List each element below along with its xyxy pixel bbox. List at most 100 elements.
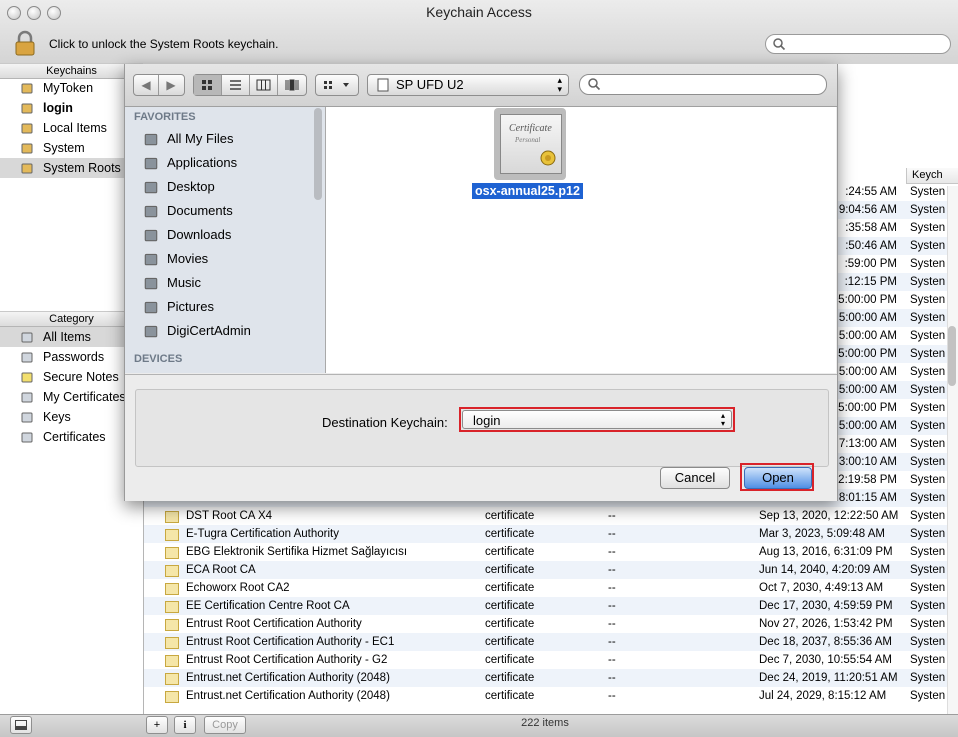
keychain-cell: Systen — [910, 654, 946, 666]
certificate-icon — [21, 432, 33, 443]
date-modified-cell: -- — [608, 618, 616, 630]
category-item[interactable]: All Items — [0, 327, 143, 347]
padlock-icon — [21, 123, 33, 134]
category-item-label: Secure Notes — [43, 370, 119, 384]
table-row[interactable]: Echoworx Root CA2 certificate -- Oct 7, 203… — [144, 579, 958, 597]
category-item[interactable]: Keys — [0, 407, 143, 427]
search-icon — [773, 38, 786, 51]
show-hide-sidebar-button[interactable] — [10, 716, 32, 734]
keychain-item[interactable]: System — [0, 138, 143, 158]
keychain-cell: Systen — [910, 384, 946, 396]
search-input[interactable] — [765, 34, 951, 54]
expires-cell: Mar 3, 2023, 5:09:48 AM — [759, 528, 885, 540]
view-mode-control — [193, 74, 307, 96]
all-items-icon — [21, 332, 33, 343]
favorite-item[interactable]: Applications — [125, 151, 315, 175]
favorite-item-label: Documents — [167, 203, 233, 218]
category-item[interactable]: My Certificates — [0, 387, 143, 407]
dialog-search-input[interactable] — [579, 74, 827, 95]
cancel-button[interactable]: Cancel — [660, 467, 730, 489]
table-row[interactable]: EBG Elektronik Sertifika Hizmet Sağlayıc… — [144, 543, 958, 561]
kind-cell: certificate — [485, 546, 535, 558]
copy-button[interactable]: Copy — [204, 716, 246, 734]
table-row[interactable]: EE Certification Centre Root CA certifica… — [144, 597, 958, 615]
date-modified-cell: -- — [608, 690, 616, 702]
keychain-sidebar: Keychains MyToken login Local Items System S… — [0, 63, 144, 714]
name-cell: EBG Elektronik Sertifika Hizmet Sağlayıc… — [186, 546, 408, 558]
favorite-item[interactable]: Movies — [125, 247, 315, 271]
arrange-menu-button[interactable] — [315, 74, 359, 96]
certificate-caption: Certificate — [509, 123, 552, 134]
dialog-sidebar-scrollbar[interactable] — [314, 108, 322, 200]
certificate-icon — [165, 565, 179, 577]
table-row[interactable]: DST Root CA X4 certificate -- Sep 13, 2020,… — [144, 507, 958, 525]
name-cell: Echoworx Root CA2 — [186, 582, 290, 594]
favorite-item[interactable]: DigiCertAdmin — [125, 319, 315, 343]
certificate-icon — [165, 619, 179, 631]
favorite-item[interactable]: Music — [125, 271, 315, 295]
table-row[interactable]: ECA Root CA certificate -- Jun 14, 2040, 4:… — [144, 561, 958, 579]
keychain-item[interactable]: Local Items — [0, 118, 143, 138]
keychain-cell: Systen — [910, 474, 946, 486]
keychain-cell: Systen — [910, 276, 946, 288]
password-key-icon — [21, 352, 33, 363]
list-view-button[interactable] — [222, 75, 250, 95]
name-cell: EE Certification Centre Root CA — [186, 600, 350, 612]
certificate-icon — [165, 601, 179, 613]
icon-view-button[interactable] — [194, 75, 222, 95]
expires-cell: Dec 18, 2037, 8:55:36 AM — [759, 636, 892, 648]
lock-icon[interactable] — [12, 30, 38, 56]
certificate-file-icon-leaf: Certificate Personal — [500, 114, 562, 174]
seal-icon — [540, 150, 556, 166]
vertical-scrollbar[interactable] — [947, 186, 958, 714]
category-item[interactable]: Passwords — [0, 347, 143, 367]
keychain-cell: Systen — [910, 510, 946, 522]
kind-cell: certificate — [485, 600, 535, 612]
keychain-cell: Systen — [910, 258, 946, 270]
info-button[interactable]: i — [174, 716, 196, 734]
keychain-item[interactable]: MyToken — [0, 78, 143, 98]
expires-cell: Sep 13, 2020, 12:22:50 AM — [759, 510, 899, 522]
keychain-column-header[interactable]: Keych — [906, 168, 958, 184]
table-row[interactable]: Entrust Root Certification Authority cert… — [144, 615, 958, 633]
favorite-item[interactable]: All My Files — [125, 127, 315, 151]
keychain-cell: Systen — [910, 222, 946, 234]
kind-cell: certificate — [485, 510, 535, 522]
back-forward-control: ◀ ▶ — [133, 74, 185, 96]
table-row[interactable]: Entrust Root Certification Authority - E… — [144, 633, 958, 651]
column-view-button[interactable] — [250, 75, 278, 95]
coverflow-view-button[interactable] — [278, 75, 305, 95]
category-item[interactable]: Secure Notes — [0, 367, 143, 387]
keychain-item[interactable]: login — [0, 98, 143, 118]
back-button[interactable]: ◀ — [134, 75, 159, 95]
favorite-item[interactable]: Pictures — [125, 295, 315, 319]
category-item[interactable]: Certificates — [0, 427, 143, 447]
keychain-item-label: System Roots — [43, 161, 121, 175]
expires-cell: :24:55 AM — [845, 186, 897, 198]
table-row[interactable]: Entrust.net Certification Authority (204… — [144, 687, 958, 705]
table-row[interactable]: Entrust Root Certification Authority - G… — [144, 651, 958, 669]
dialog-sidebar: FAVORITES All My Files Applications Deskto… — [125, 107, 326, 373]
keychain-cell: Systen — [910, 204, 946, 216]
expires-cell: Dec 17, 2030, 4:59:59 PM — [759, 600, 893, 612]
favorite-item[interactable]: Documents — [125, 199, 315, 223]
keychain-cell: Systen — [910, 672, 946, 684]
scrollbar-thumb[interactable] — [948, 326, 956, 386]
keychain-item[interactable]: System Roots — [0, 158, 143, 178]
name-cell: Entrust Root Certification Authority - E… — [186, 636, 395, 648]
favorite-item[interactable]: Downloads — [125, 223, 315, 247]
expires-cell: Jul 24, 2029, 8:15:12 AM — [759, 690, 887, 702]
location-popup[interactable]: SP UFD U2 ▴ ▾ — [367, 74, 569, 96]
forward-button[interactable]: ▶ — [159, 75, 183, 95]
table-row[interactable]: E-Tugra Certification Authority certifica… — [144, 525, 958, 543]
favorite-item[interactable]: Desktop — [125, 175, 315, 199]
unlock-message[interactable]: Click to unlock the System Roots keychai… — [49, 37, 278, 51]
add-item-button[interactable]: + — [146, 716, 168, 734]
keychain-cell: Systen — [910, 366, 946, 378]
table-row[interactable]: Entrust.net Certification Authority (204… — [144, 669, 958, 687]
expires-cell: Aug 13, 2016, 6:31:09 PM — [759, 546, 893, 558]
my-certificate-icon — [21, 392, 33, 403]
destination-keychain-label: Destination Keychain: — [322, 415, 448, 430]
category-item-label: Certificates — [43, 430, 106, 444]
selected-file-name[interactable]: osx-annual25.p12 — [472, 183, 583, 199]
